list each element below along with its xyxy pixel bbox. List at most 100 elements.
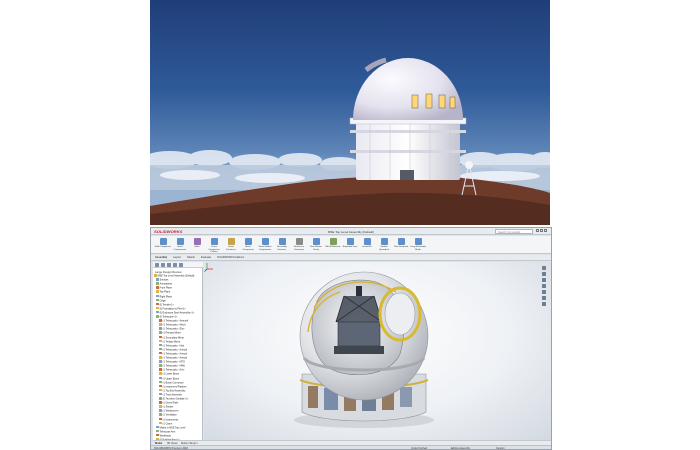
- tree-node-label: (-) Upper Boom: [162, 376, 180, 380]
- tree-node-icon: [156, 294, 159, 298]
- tree-node-label: (-) Instrument Platform: [162, 384, 187, 388]
- snapshot-icon: [397, 238, 405, 245]
- axis-triad-icon: [204, 263, 213, 272]
- configuration-manager-icon[interactable]: [167, 263, 171, 267]
- tree-node-icon: [159, 347, 162, 351]
- graphics-viewport[interactable]: [204, 262, 551, 440]
- ribbon-button-assembly-features[interactable]: Assembly Features: [274, 238, 290, 253]
- ribbon-button-large-assembly-mode[interactable]: Large Assembly Mode: [410, 238, 426, 253]
- tree-node-label: (-) Telescopitu - Azimuth: [162, 319, 189, 323]
- tree-node-label: (-) Ventilation: [162, 413, 177, 417]
- ribbon-button-mate[interactable]: Mate: [189, 238, 205, 253]
- tree-node-icon: [159, 413, 162, 416]
- tree-node-icon: [159, 368, 162, 371]
- shutter-opening: [384, 292, 416, 336]
- tree-node-icon: [159, 327, 162, 330]
- tree-node-icon: [159, 376, 162, 380]
- tree-node-label: (-) Top End Assembly: [162, 389, 186, 393]
- feature-manager-icon[interactable]: [155, 263, 159, 267]
- tree-node-icon: [159, 388, 162, 392]
- mate-icon: [193, 238, 201, 245]
- previous-view-icon[interactable]: [542, 278, 546, 282]
- exploded-view-icon: [346, 238, 354, 245]
- tree-node-label: (-) Telescopitu - Hub: [162, 343, 185, 347]
- tree-node-icon: [156, 429, 159, 433]
- tree-node-icon: [159, 421, 162, 425]
- ribbon-button-bill-of-materials[interactable]: Bill of Materials: [325, 238, 341, 253]
- tree-node-icon: [159, 397, 162, 400]
- tree-node-icon: [159, 351, 162, 355]
- ribbon-button-linear-pattern[interactable]: Linear Component Pattern: [206, 238, 222, 253]
- instant3d-icon: [363, 238, 371, 245]
- tree-node-label: (-) Telescopitu - Elev: [162, 327, 185, 331]
- maximize-icon[interactable]: [540, 229, 543, 232]
- tree-node-label: (-) Telescopitu - Annual: [162, 356, 187, 360]
- tree-node-icon: [159, 401, 162, 404]
- tree-node-icon: [156, 278, 159, 281]
- title-bar: SOLIDWORKS MSE Top Level Assembly (Defau…: [151, 228, 551, 235]
- tree-node-icon: [156, 433, 159, 437]
- tree-node-label: Workloads: [159, 434, 171, 438]
- ribbon-button-reference-geometry[interactable]: Reference Geometry: [291, 238, 307, 253]
- ribbon-button-update-speedpak[interactable]: Update Speedpak: [376, 238, 392, 253]
- close-icon[interactable]: [544, 229, 547, 232]
- tree-toolbar: [153, 262, 203, 268]
- ribbon-button-show-hidden[interactable]: Show Hidden Components: [257, 238, 273, 253]
- view-orientation-icon[interactable]: [542, 290, 546, 294]
- search-commands-input[interactable]: Search Commands: [495, 229, 533, 234]
- status-units[interactable]: Custom: [496, 447, 505, 449]
- tree-node-label: (-) Telescopitu - Annual: [162, 352, 187, 356]
- tree-node-icon: [159, 339, 162, 343]
- cad-window: SOLIDWORKS MSE Top Level Assembly (Defau…: [150, 227, 552, 450]
- zoom-to-fit-icon[interactable]: [542, 266, 546, 270]
- tree-node-icon: [159, 319, 162, 322]
- fastener-icon: [227, 238, 235, 245]
- ribbon-button-smart-fasteners[interactable]: Smart Fasteners: [223, 238, 239, 253]
- tree-node-label: (-) Shutter: [162, 405, 174, 409]
- tree-node-label: Annotations: [159, 282, 173, 286]
- tree-node-icon: [159, 409, 162, 412]
- linear-pattern-icon: [210, 238, 218, 245]
- assembly-features-icon: [278, 238, 286, 245]
- move-component-icon: [244, 238, 252, 245]
- ribbon-button-new-motion-study[interactable]: New Motion Study: [308, 238, 324, 253]
- status-app: SOLIDWORKS Premium 2018: [154, 446, 188, 450]
- tab-addins[interactable]: SOLIDWORKS Add-Ins: [217, 256, 244, 259]
- edit-component-icon: [159, 238, 167, 245]
- tree-node-icon: [159, 323, 162, 326]
- status-bar: SOLIDWORKS Premium 2018 Under Defined Ed…: [151, 445, 551, 450]
- tree-node-icon: [154, 274, 157, 277]
- window-controls: [535, 229, 549, 234]
- property-manager-icon[interactable]: [161, 263, 165, 267]
- zoom-area-icon[interactable]: [542, 272, 546, 276]
- ribbon-button-instant3d[interactable]: Instant3D: [359, 238, 375, 253]
- view-tools: [542, 266, 548, 308]
- tree-node-icon: [159, 356, 162, 359]
- section-view-icon[interactable]: [542, 284, 546, 288]
- ribbon-button-edit-component[interactable]: Edit Component: [155, 238, 171, 253]
- tree-node-icon: [156, 290, 159, 293]
- status-mode: Editing Assembly: [451, 446, 471, 450]
- tab-evaluate[interactable]: Evaluate: [201, 256, 211, 259]
- ribbon-button-exploded-view[interactable]: Exploded View: [342, 238, 358, 253]
- large-assembly-icon: [414, 238, 422, 245]
- display-style-icon[interactable]: [542, 296, 546, 300]
- tree-node-icon: [156, 306, 159, 310]
- tree-node-label: Sensors: [159, 278, 169, 282]
- observatory-photo: [150, 0, 550, 225]
- dimxpert-icon[interactable]: [173, 263, 177, 267]
- tree-node-label: (f) Foundation & Pier<1>: [159, 307, 186, 311]
- tree-node-icon: [156, 298, 159, 302]
- tab-sketch[interactable]: Sketch: [187, 256, 195, 259]
- tab-assembly[interactable]: Assembly: [155, 256, 167, 259]
- minimize-icon[interactable]: [536, 229, 539, 232]
- ribbon-button-insert-components[interactable]: Insert Components: [172, 238, 188, 253]
- tree-node-label: (-) Crane: [162, 421, 173, 425]
- command-ribbon: Edit Component Insert Components Mate Li…: [151, 236, 551, 254]
- display-manager-icon[interactable]: [179, 263, 183, 267]
- tab-layout[interactable]: Layout: [173, 256, 181, 259]
- observatory-photo-scene: [150, 57, 550, 225]
- ribbon-button-move-component[interactable]: Move Component: [240, 238, 256, 253]
- ribbon-button-take-snapshot[interactable]: Take Snapshot: [393, 238, 409, 253]
- hide-show-icon[interactable]: [542, 302, 546, 306]
